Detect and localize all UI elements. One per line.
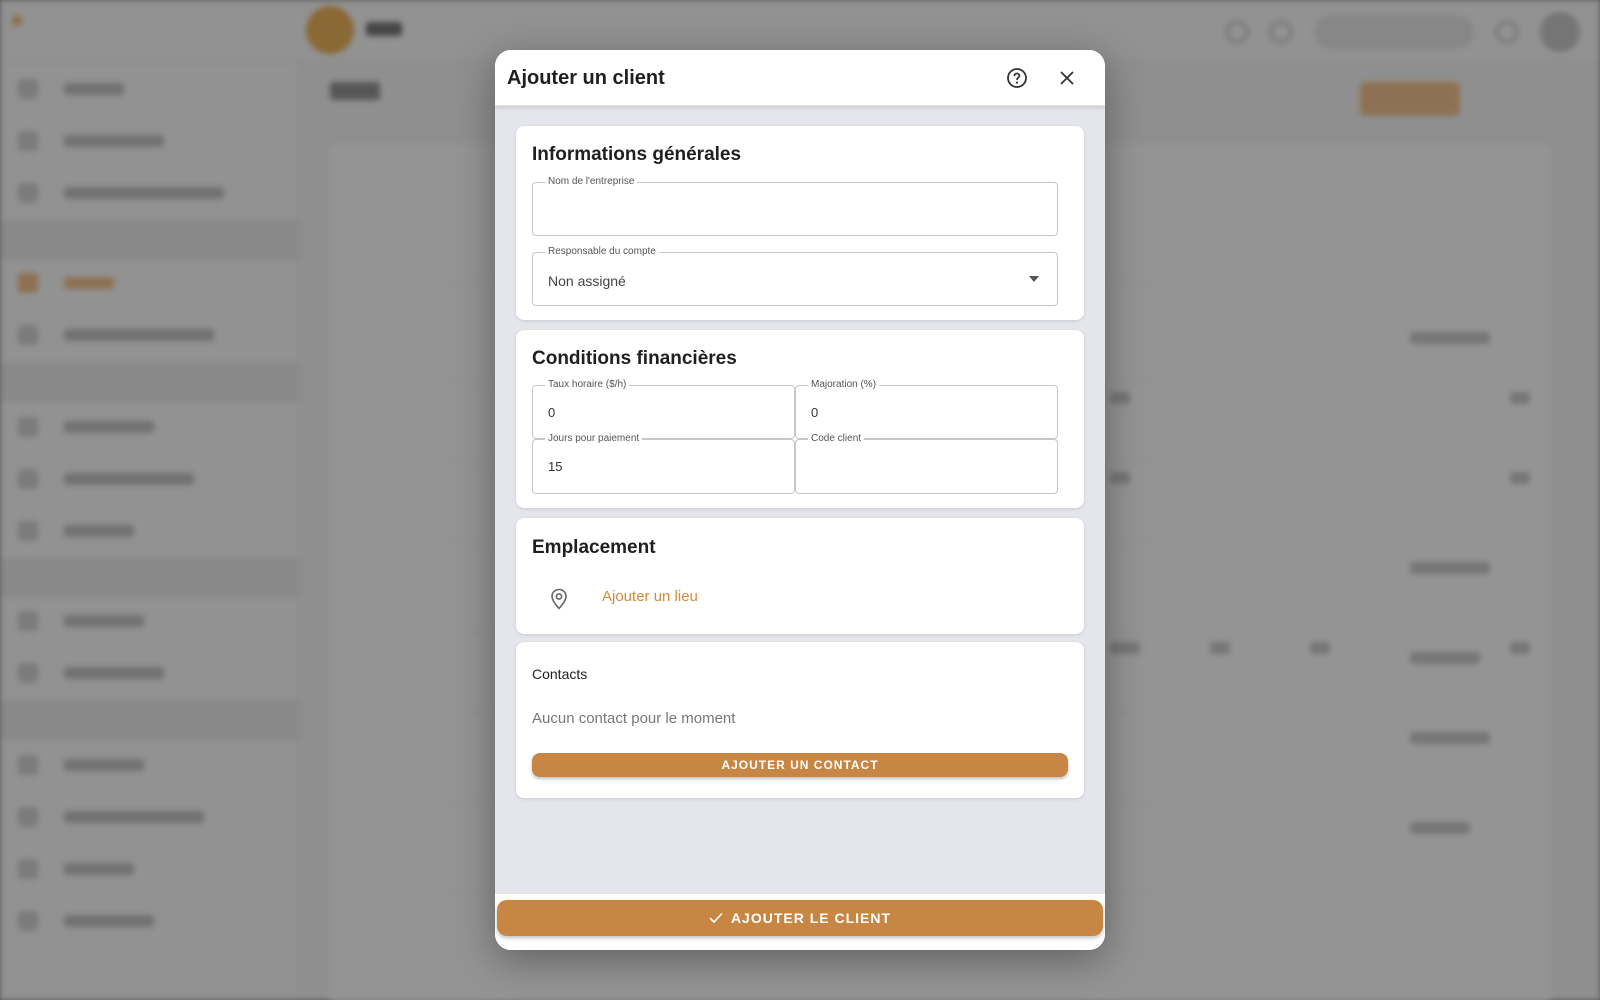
contacts-card: Contacts Aucun contact pour le moment AJ… — [516, 642, 1084, 798]
markup-input[interactable] — [796, 386, 1057, 438]
dialog-body: Informations générales Nom de l'entrepri… — [495, 106, 1105, 945]
hourly-rate-input[interactable] — [533, 386, 794, 438]
check-icon — [709, 913, 723, 923]
general-info-card: Informations générales Nom de l'entrepri… — [516, 126, 1084, 320]
dialog-title: Ajouter un client — [507, 67, 665, 89]
payment-days-input[interactable] — [533, 440, 794, 493]
add-client-dialog: Ajouter un client Informations générales… — [495, 50, 1105, 950]
client-code-input[interactable] — [796, 440, 1057, 493]
markup-field[interactable]: Majoration (%) — [795, 379, 1058, 439]
contacts-title: Contacts — [532, 666, 588, 682]
add-contact-button[interactable]: AJOUTER UN CONTACT — [532, 753, 1068, 777]
dialog-header: Ajouter un client — [495, 50, 1105, 106]
location-title: Emplacement — [532, 537, 656, 558]
dialog-footer: AJOUTER LE CLIENT — [495, 894, 1105, 950]
account-manager-select[interactable]: Responsable du compte Non assigné — [532, 246, 1058, 306]
add-client-button-label: AJOUTER LE CLIENT — [730, 910, 892, 926]
general-info-title: Informations générales — [532, 144, 742, 165]
client-code-field[interactable]: Code client — [795, 433, 1058, 494]
location-card: Emplacement Ajouter un lieu — [516, 518, 1084, 634]
financial-terms-title: Conditions financières — [532, 348, 737, 369]
help-icon[interactable] — [1005, 66, 1029, 90]
company-name-field[interactable]: Nom de l'entreprise — [532, 176, 1058, 236]
dropdown-arrow-icon — [1029, 276, 1039, 282]
payment-days-field[interactable]: Jours pour paiement — [532, 433, 795, 494]
account-manager-value: Non assigné — [548, 273, 626, 289]
hourly-rate-field[interactable]: Taux horaire ($/h) — [532, 379, 795, 439]
contacts-empty-text: Aucun contact pour le moment — [532, 710, 736, 727]
map-pin-icon — [549, 588, 569, 610]
add-location-link[interactable]: Ajouter un lieu — [602, 588, 698, 605]
close-icon[interactable] — [1055, 66, 1079, 90]
account-manager-label: Responsable du compte — [545, 246, 659, 257]
add-client-button[interactable]: AJOUTER LE CLIENT — [497, 900, 1103, 936]
company-name-input[interactable] — [533, 183, 1057, 235]
financial-terms-card: Conditions financières Taux horaire ($/h… — [516, 330, 1084, 508]
